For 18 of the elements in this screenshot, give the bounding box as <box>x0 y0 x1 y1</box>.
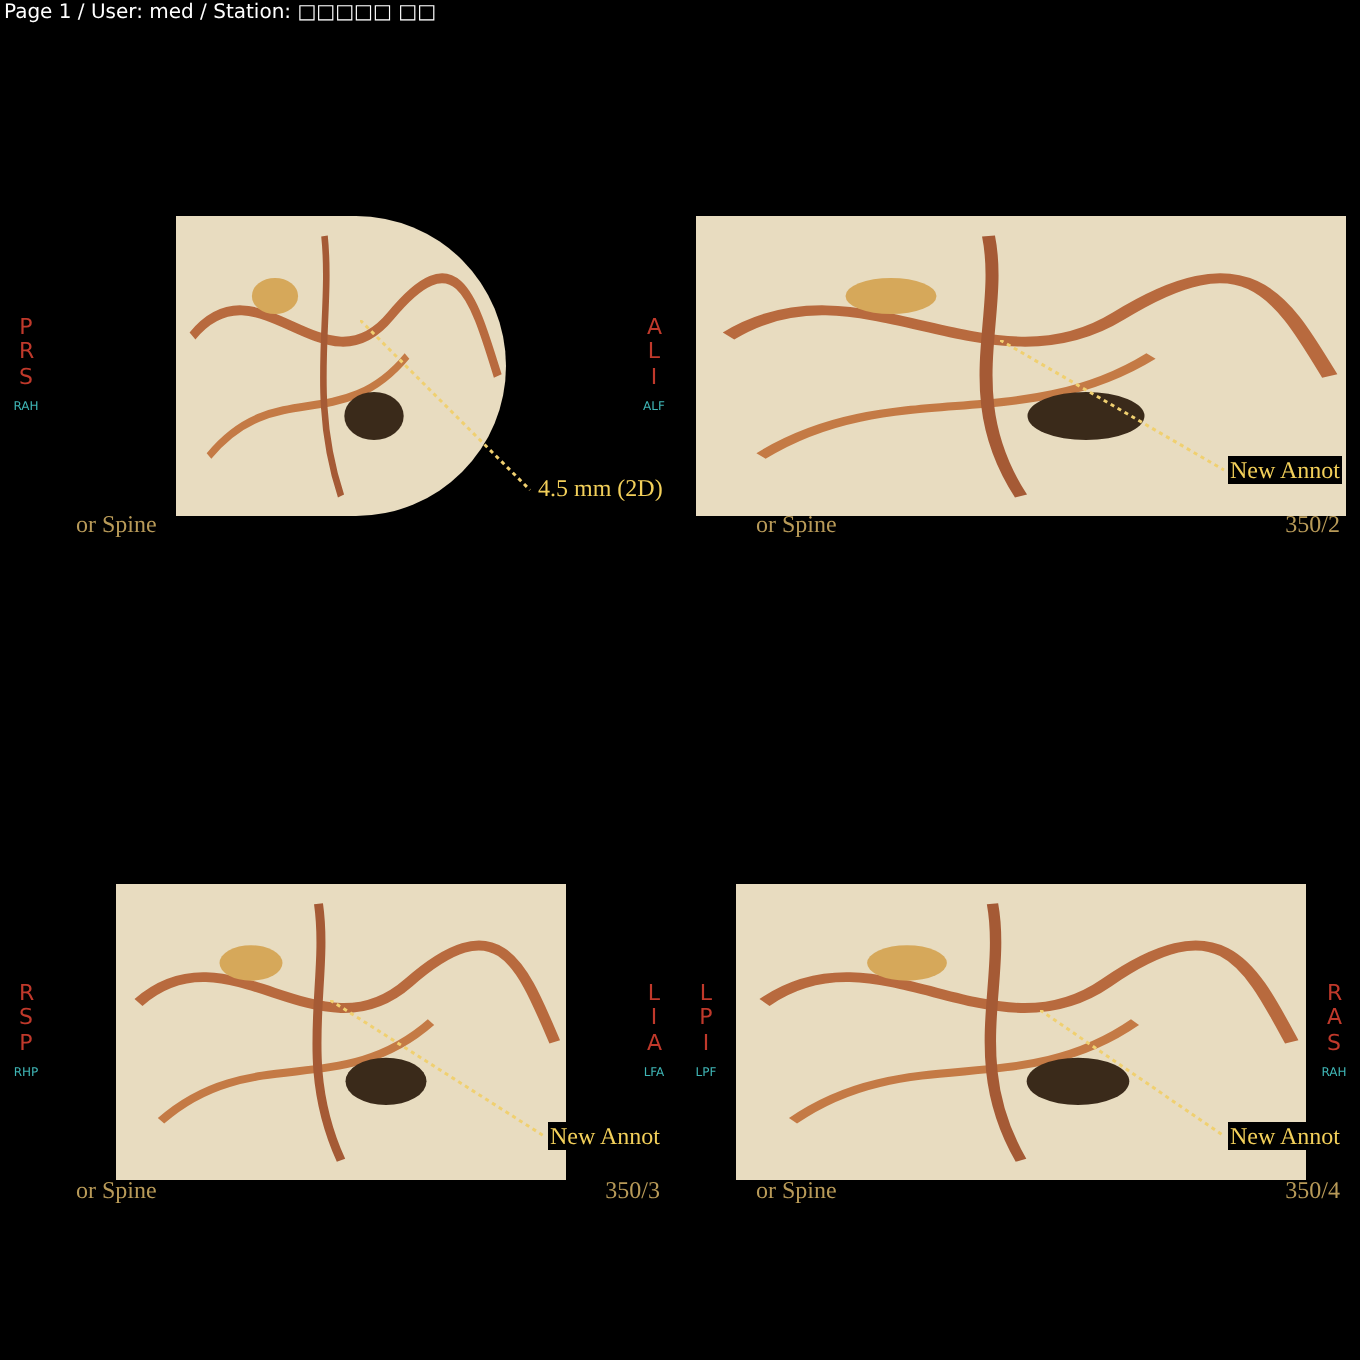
annotation-label: New Annot <box>1228 456 1342 484</box>
orientation-label: RAS <box>1327 982 1341 1056</box>
orientation-label: LPI <box>699 982 713 1056</box>
annotation-label: New Annot <box>548 1122 662 1150</box>
orientation-label: PRS <box>19 316 33 390</box>
frame-counter: 350/3 <box>605 1174 660 1208</box>
frame-counter: 350/4 <box>1285 1174 1340 1208</box>
series-caption: or Spine <box>76 508 157 542</box>
series-caption: or Spine <box>756 1174 837 1208</box>
orientation-label: RSP <box>19 982 33 1056</box>
annotation-label: New Annot <box>1228 1122 1342 1150</box>
frame-counter: 350/2 <box>1285 508 1340 542</box>
orientation-label: LIA <box>647 982 661 1056</box>
series-caption: or Spine <box>76 1174 157 1208</box>
orientation-label: ALI <box>647 316 661 390</box>
annotation-label: 4.5 mm (2D) <box>536 474 665 502</box>
page-header: Page 1 / User: med / Station: □□□□□ □□ <box>4 0 437 26</box>
series-caption: or Spine <box>756 508 837 542</box>
